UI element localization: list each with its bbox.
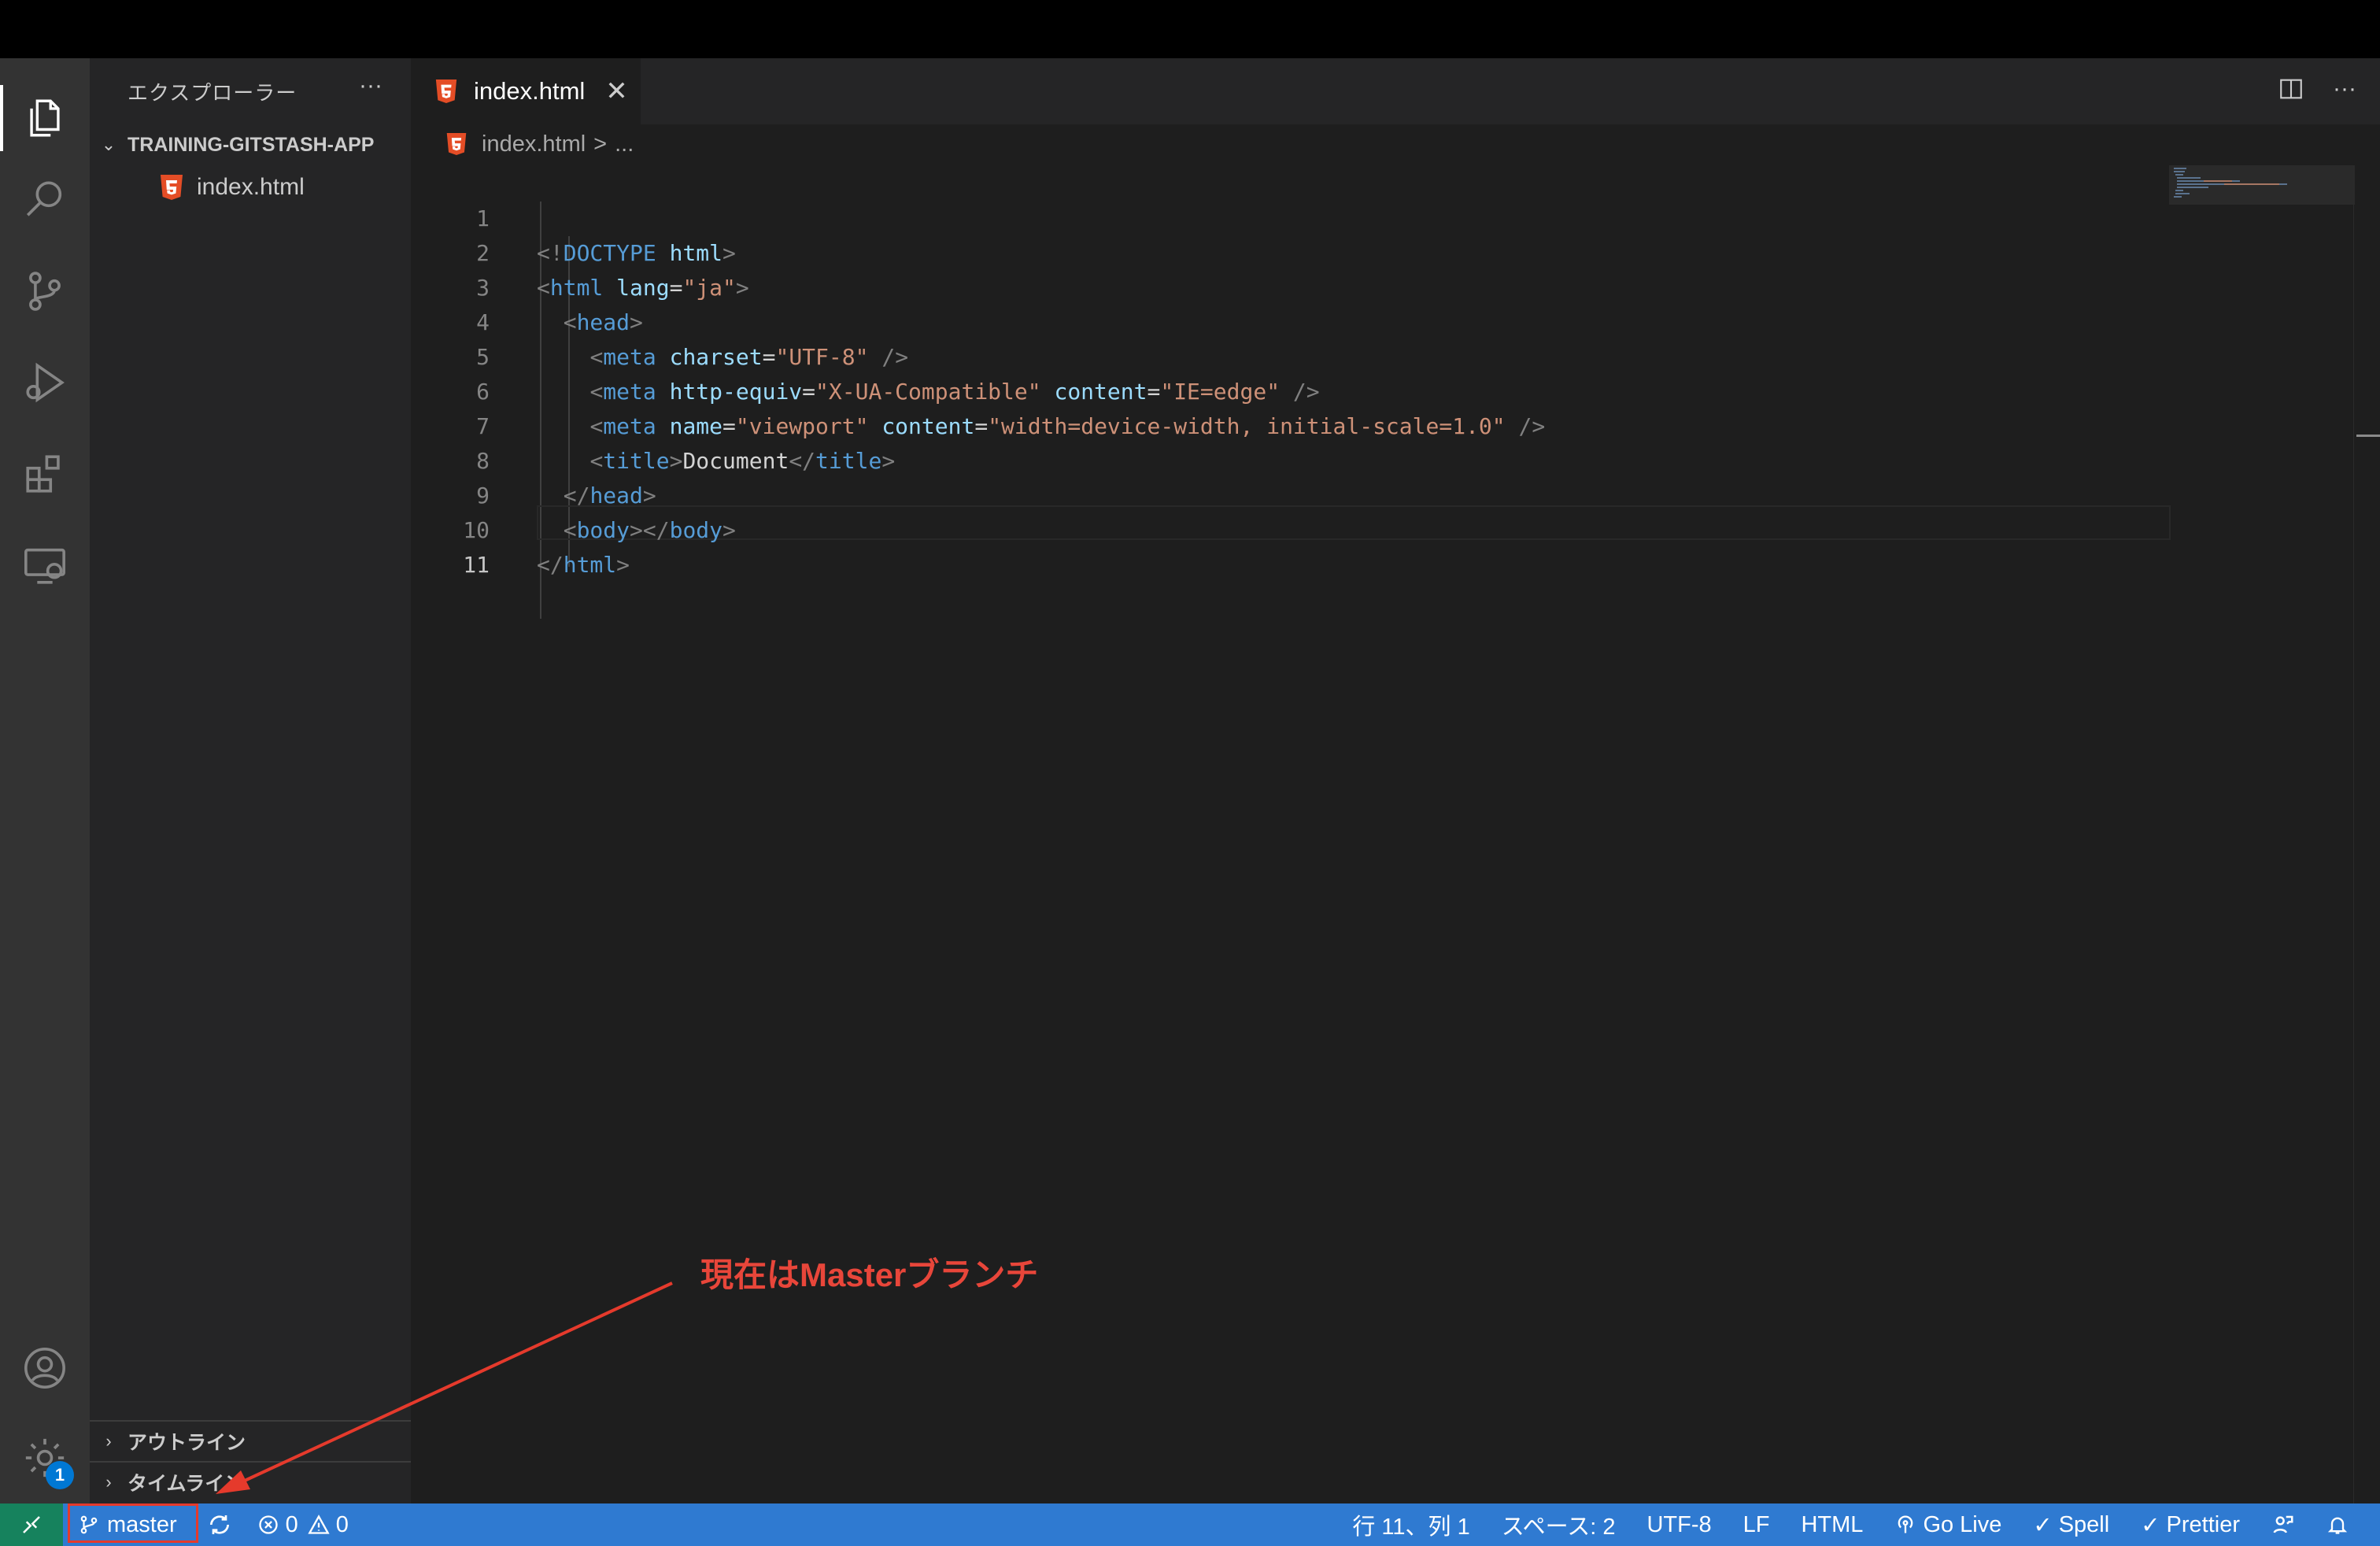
editor-tab-bar: index.html ✕ ··· [411, 58, 2380, 124]
annotation-label: 現在はMasterブランチ [700, 1256, 1039, 1293]
branch-indicator[interactable]: master [68, 1503, 198, 1546]
code-line: 11 [411, 513, 2166, 578]
cursor-position[interactable]: 行 11、列 1 [1336, 1503, 1485, 1546]
editor-more-button[interactable]: ··· [2333, 76, 2356, 102]
remote-explorer-icon [24, 548, 65, 584]
status-bar-left: master 0 0 [0, 1503, 361, 1546]
go-live-button[interactable]: Go Live [1879, 1503, 2017, 1546]
outline-label: アウトライン [128, 1432, 246, 1454]
code-line: 4 <meta charset="UTF-8" /> [411, 271, 2166, 370]
source-control-icon [29, 272, 61, 311]
accounts-button[interactable] [0, 1327, 90, 1409]
broadcast-icon [1898, 1515, 1913, 1533]
code-text: </html> [537, 552, 630, 578]
code-line: 7 <title>Document</title> [411, 375, 2166, 474]
language-mode[interactable]: HTML [1785, 1503, 1879, 1546]
feedback-icon [2273, 1515, 2293, 1533]
title-bar [0, 0, 2380, 58]
workspace-folder[interactable]: ⌄ TRAINING-GITSTASH-APP [90, 128, 411, 162]
chevron-right-icon: › [105, 1472, 112, 1492]
manage-button[interactable]: 1 [0, 1417, 90, 1499]
sidebar-more-button[interactable]: ··· [359, 72, 382, 99]
code-line: 1 <!DOCTYPE html> [411, 167, 2166, 266]
error-count: 0 [285, 1511, 298, 1537]
outline-section[interactable]: › アウトライン [90, 1420, 411, 1461]
extensions-button[interactable] [0, 433, 90, 515]
editor-scrollbar[interactable] [2353, 165, 2380, 1503]
split-editor-icon[interactable] [2278, 76, 2304, 102]
tab-index-html[interactable]: index.html ✕ [411, 58, 641, 124]
editor-actions: ··· [2278, 76, 2356, 102]
status-bar: master 0 0 行 11、列 1 スペース: 2 UTF-8 LF HTM… [0, 1503, 2380, 1546]
notifications-button[interactable] [2311, 1503, 2364, 1546]
line-ending[interactable]: LF [1728, 1503, 1786, 1546]
error-icon [258, 1515, 278, 1534]
html5-icon [446, 133, 467, 155]
html5-icon [435, 80, 457, 103]
breadcrumb-symbol[interactable]: ... [615, 131, 634, 157]
file-encoding[interactable]: UTF-8 [1631, 1503, 1727, 1546]
spell-button[interactable]: ✓ Spell [2017, 1503, 2125, 1546]
code-line: 8 </head> [411, 409, 2166, 509]
tab-label: index.html [474, 77, 586, 105]
code-line: 5 <meta http-equiv="X-UA-Compatible" con… [411, 305, 2166, 405]
html5-icon [161, 175, 183, 200]
folder-name: TRAINING-GITSTASH-APP [128, 133, 375, 156]
minimap[interactable] [2169, 165, 2355, 228]
feedback-button[interactable] [2256, 1503, 2311, 1546]
file-name: index.html [197, 174, 305, 200]
activity-bar: 1 [0, 58, 90, 1503]
chevron-right-icon: › [105, 1431, 112, 1451]
prettier-button[interactable]: ✓ Prettier [2125, 1503, 2256, 1546]
code-line: 10 </html> [411, 479, 2166, 578]
check-double-icon: ✓ [2141, 1512, 2160, 1538]
search-button[interactable] [0, 159, 90, 241]
file-item-index-html[interactable]: index.html [90, 168, 411, 206]
remote-indicator[interactable] [0, 1503, 63, 1546]
run-debug-icon [26, 362, 65, 403]
search-icon [26, 181, 62, 216]
explorer-button[interactable] [0, 77, 90, 159]
source-control-button[interactable] [0, 250, 90, 332]
extensions-icon [26, 455, 60, 493]
breadcrumb-file[interactable]: index.html [482, 131, 586, 157]
sidebar-title: エクスプローラー [128, 81, 298, 105]
line-number: 11 [463, 552, 490, 578]
remote-icon [23, 1516, 40, 1533]
warning-count: 0 [335, 1511, 349, 1537]
code-line: 9 <body></body> [411, 444, 2166, 543]
timeline-section[interactable]: › タイムライン [90, 1461, 411, 1502]
notification-badge: 1 [46, 1461, 74, 1489]
go-live-label: Go Live [1923, 1511, 2002, 1537]
code-line: 2 <html lang="ja"> [411, 202, 2166, 301]
explorer-sidebar: エクスプローラー ··· ⌄ TRAINING-GITSTASH-APP ind… [90, 58, 411, 1503]
remote-explorer-button[interactable] [0, 524, 90, 606]
close-icon[interactable]: ✕ [605, 76, 628, 107]
branch-highlight-box [68, 1503, 198, 1543]
sync-icon [209, 1515, 229, 1534]
code-line: 3 <head> [411, 236, 2166, 335]
run-debug-button[interactable] [0, 342, 90, 423]
chevron-down-icon: ⌄ [101, 135, 116, 154]
files-icon [30, 99, 60, 137]
problems-indicator[interactable]: 0 0 [245, 1503, 361, 1546]
spell-label: Spell [2058, 1511, 2110, 1537]
bell-icon [2327, 1517, 2348, 1534]
code-line: 6 <meta name="viewport" content="width=d… [411, 340, 2166, 439]
breadcrumb: index.html > ... [411, 124, 634, 164]
timeline-label: タイムライン [128, 1473, 245, 1495]
code-editor[interactable]: 1 <!DOCTYPE html> 2 <html lang="ja"> 3 <… [411, 165, 2171, 1496]
account-icon [24, 1348, 65, 1389]
warning-icon [308, 1515, 330, 1534]
indentation-setting[interactable]: スペース: 2 [1486, 1503, 1632, 1546]
check-icon: ✓ [2033, 1512, 2053, 1538]
prettier-label: Prettier [2166, 1511, 2240, 1537]
breadcrumb-separator: > [593, 131, 608, 157]
status-bar-right: 行 11、列 1 スペース: 2 UTF-8 LF HTML Go Live ✓… [1336, 1503, 2364, 1546]
